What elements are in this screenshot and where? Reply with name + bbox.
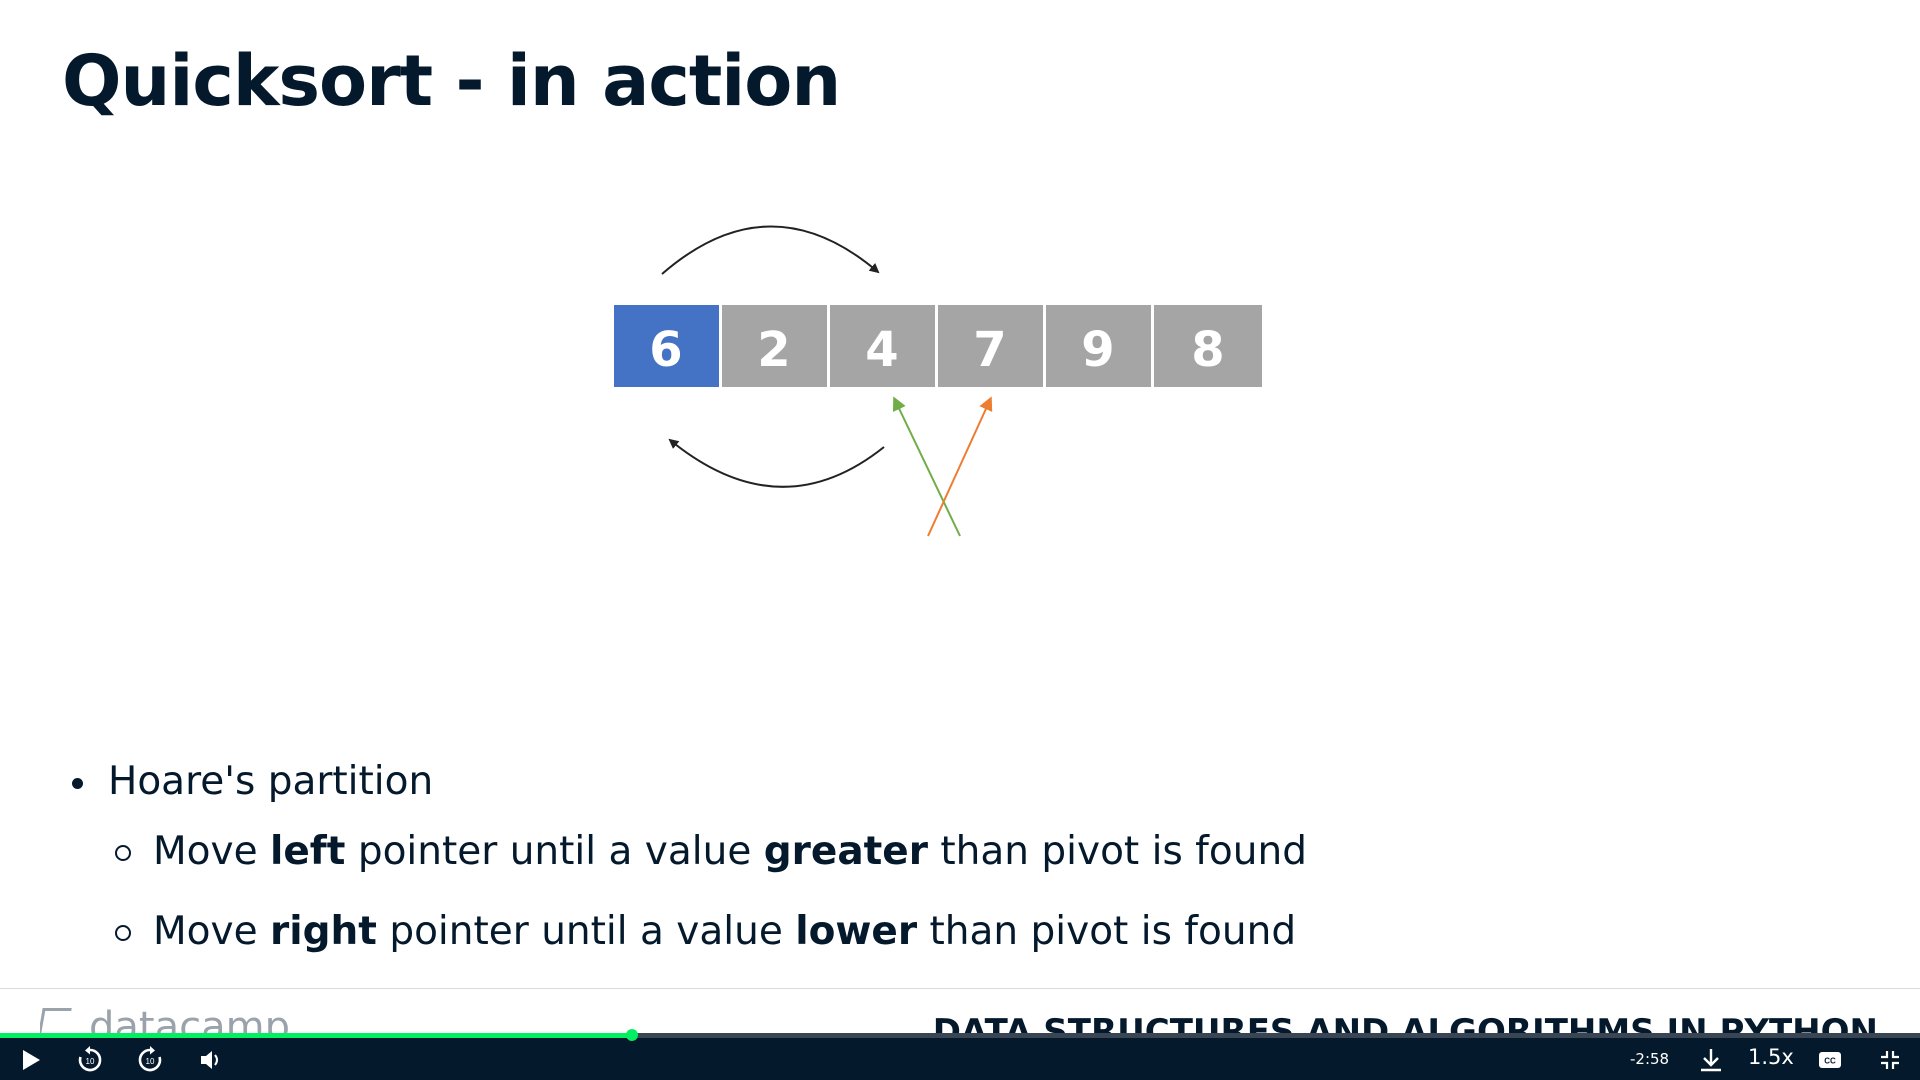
sub-bullet-marker — [115, 845, 131, 861]
exit-fullscreen-button[interactable] — [1872, 1040, 1908, 1080]
left-pointer-arrow — [892, 396, 961, 537]
svg-text:10: 10 — [146, 1057, 155, 1066]
volume-button[interactable] — [194, 1040, 228, 1080]
footer-divider — [0, 988, 1920, 989]
bullet-list: Hoare's partition Move left pointer unti… — [66, 752, 1307, 972]
captions-button[interactable]: CC — [1812, 1040, 1848, 1080]
right-pointer-arrow — [927, 396, 993, 537]
array-value-5: 8 — [1191, 322, 1224, 378]
sub-bullet-right-pointer: Move right pointer until a value lower t… — [115, 892, 1307, 972]
progress-handle[interactable] — [626, 1029, 638, 1041]
captions-icon: CC — [1819, 1052, 1841, 1068]
volume-icon — [201, 1051, 218, 1069]
sub-bullet-marker — [115, 925, 131, 941]
forward-10-icon: 10 — [138, 1046, 162, 1072]
sub-bullet-left-pointer: Move left pointer until a value greater … — [115, 812, 1307, 892]
download-icon — [1701, 1049, 1721, 1072]
array-value-4: 9 — [1081, 322, 1114, 378]
time-remaining: -2:58 — [1630, 1050, 1670, 1068]
exit-fullscreen-icon — [1881, 1051, 1899, 1069]
play-icon — [23, 1050, 40, 1070]
array-value-3: 7 — [973, 322, 1006, 378]
svg-text:10: 10 — [86, 1057, 95, 1066]
slide: Quicksort - in action 6 2 4 7 9 8 Hoare'… — [0, 0, 1920, 1080]
forward-10-button[interactable]: 10 — [132, 1040, 168, 1080]
rewind-10-icon: 10 — [78, 1046, 102, 1072]
bullet-hoare-partition: Hoare's partition — [66, 752, 1307, 812]
array-cells: 6 2 4 7 9 8 — [614, 305, 1262, 387]
download-button[interactable] — [1694, 1040, 1728, 1080]
play-button[interactable] — [14, 1040, 48, 1080]
svg-text:CC: CC — [1824, 1057, 1836, 1066]
array-value-1: 2 — [757, 322, 790, 378]
swap-arrow-bottom — [668, 438, 885, 488]
array-value-0: 6 — [649, 322, 682, 378]
progress-fill — [0, 1033, 632, 1038]
swap-arrow-top — [661, 225, 880, 275]
playback-speed-button[interactable]: 1.5x — [1748, 1045, 1794, 1069]
array-value-2: 4 — [865, 322, 898, 378]
rewind-10-button[interactable]: 10 — [72, 1040, 108, 1080]
